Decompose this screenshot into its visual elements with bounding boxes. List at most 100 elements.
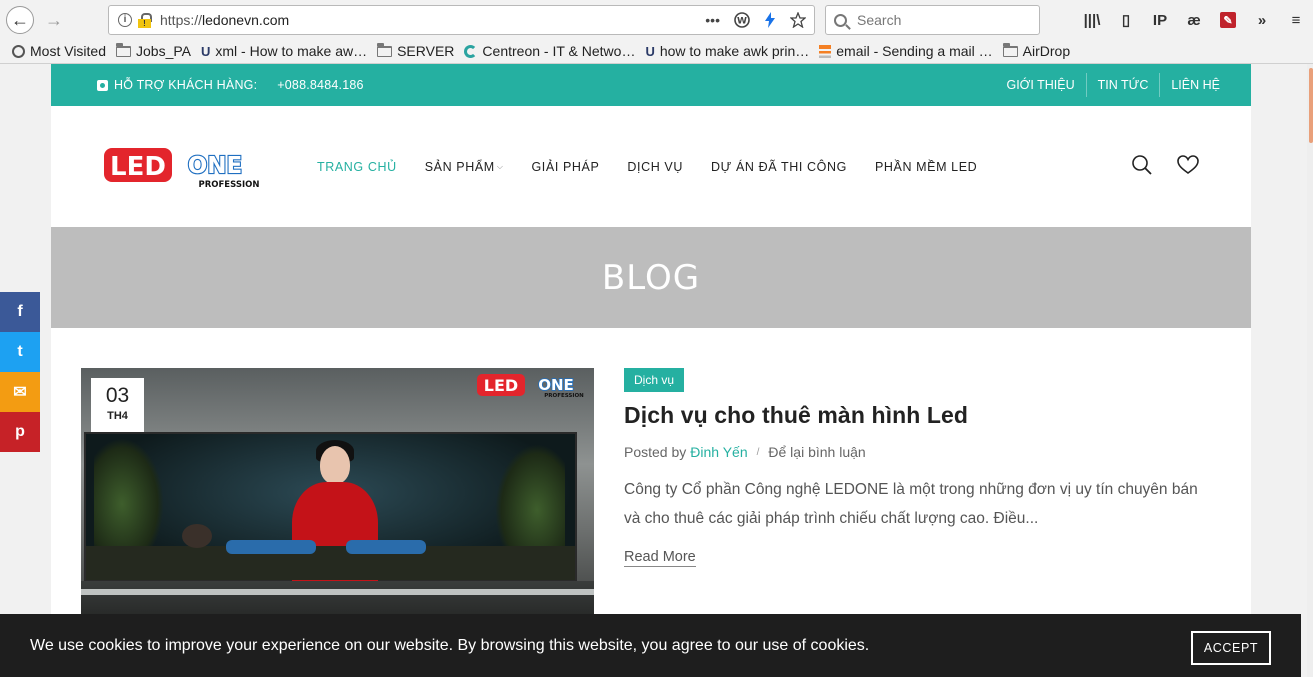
meta-separator: /: [756, 446, 760, 458]
scrollbar-thumb[interactable]: [1309, 68, 1313, 143]
nav-item-software[interactable]: PHẦN MỀM LED: [875, 160, 977, 174]
bookmark-server[interactable]: SERVER: [377, 42, 455, 59]
post-author-link[interactable]: Đinh Yến: [690, 444, 747, 460]
arrow-right-icon: →: [45, 9, 63, 30]
nav-item-label: DỰ ÁN ĐÃ THI CÔNG: [711, 159, 847, 174]
top-link-contact[interactable]: LIÊN HỆ: [1159, 73, 1231, 97]
info-icon[interactable]: i: [118, 13, 132, 27]
teapot: [182, 524, 212, 548]
bookmark-label: Centreon - IT & Netwo…: [482, 43, 636, 59]
cookie-accept-button[interactable]: ACCEPT: [1191, 631, 1271, 665]
svg-text:W: W: [737, 17, 747, 27]
heart-icon[interactable]: [1177, 155, 1199, 175]
browser-nav-row: ← → i https://ledonevn.com ••• W |||\ ▯ …: [0, 0, 1313, 40]
top-link-about[interactable]: GIỚI THIỆU: [995, 73, 1085, 97]
hamburger-menu-icon[interactable]: ≡: [1279, 6, 1313, 34]
bookmark-label: SERVER: [397, 43, 455, 59]
back-button[interactable]: ←: [6, 6, 34, 34]
nav-item-home[interactable]: TRANG CHỦ: [317, 160, 397, 174]
url-prefix: https://: [160, 12, 203, 28]
scrollbar[interactable]: [1307, 64, 1313, 677]
library-icon[interactable]: |||\: [1075, 6, 1109, 34]
bookmark-airdrop[interactable]: AirDrop: [1002, 42, 1070, 59]
share-email-button[interactable]: ✉: [0, 372, 40, 412]
forward-button[interactable]: →: [40, 6, 68, 34]
social-share-bar: f t ✉ p: [0, 292, 40, 452]
post-meta: Posted by Đinh Yến / Để lại bình luận: [624, 444, 866, 460]
led-screen-photo: [84, 432, 577, 584]
search-icon[interactable]: [1131, 154, 1153, 176]
nav-item-products[interactable]: SẢN PHẨM ⌵: [425, 160, 504, 174]
page-banner: BLOG: [51, 227, 1251, 328]
header-actions: [1131, 154, 1199, 176]
browser-search-input[interactable]: [857, 12, 1017, 28]
plant-left: [94, 438, 164, 548]
site-header: LED ONE PROFESSION TRANG CHỦ SẢN PHẨM ⌵ G…: [51, 106, 1251, 227]
support-phone[interactable]: +088.8484.186: [277, 78, 363, 92]
stage-truss: [81, 589, 594, 595]
ledone-watermark-logo: LED ONE PROFESSION: [477, 374, 584, 398]
ip-extension-icon[interactable]: IP: [1143, 6, 1177, 34]
email-icon: ✉: [13, 384, 27, 401]
reader-view-icon[interactable]: ▯: [1109, 6, 1143, 34]
top-info-bar: HỖ TRỢ KHÁCH HÀNG: +088.8484.186 GIỚI TH…: [51, 64, 1251, 106]
unix-icon: U: [201, 43, 211, 59]
post-comment-link[interactable]: Để lại bình luận: [768, 444, 865, 460]
top-link-news[interactable]: TIN TỨC: [1085, 73, 1160, 97]
ae-extension-icon[interactable]: æ: [1177, 6, 1211, 34]
folder-icon: [116, 42, 131, 57]
url-bar[interactable]: i https://ledonevn.com ••• W: [108, 5, 815, 35]
insecure-lock-icon[interactable]: [138, 13, 152, 28]
nav-item-label: SẢN PHẨM: [424, 159, 495, 174]
nav-item-label: TRANG CHỦ: [317, 159, 397, 174]
read-more-link[interactable]: Read More: [624, 549, 696, 567]
pen-extension-icon[interactable]: ✎: [1220, 12, 1236, 28]
nav-item-services[interactable]: DỊCH VỤ: [627, 160, 683, 174]
overflow-menu-icon[interactable]: »: [1245, 6, 1279, 34]
wordpress-icon[interactable]: W: [734, 12, 750, 28]
star-icon[interactable]: [790, 12, 806, 28]
tea-cups: [226, 540, 316, 554]
url-text[interactable]: https://ledonevn.com: [160, 12, 289, 28]
svg-text:LED: LED: [484, 376, 518, 395]
bookmark-xml-awk[interactable]: Uxml - How to make aw…: [201, 43, 367, 59]
post-date-badge: 03 TH4: [91, 378, 144, 432]
svg-text:PROFESSION: PROFESSION: [544, 393, 584, 398]
folder-icon: [1002, 42, 1018, 57]
nav-item-projects[interactable]: DỰ ÁN ĐÃ THI CÔNG: [711, 160, 847, 174]
share-facebook-button[interactable]: f: [0, 292, 40, 332]
browser-search-bar[interactable]: [825, 5, 1040, 35]
pinterest-icon: p: [15, 423, 25, 440]
share-pinterest-button[interactable]: p: [0, 412, 40, 452]
share-twitter-button[interactable]: t: [0, 332, 40, 372]
nav-item-label: GIẢI PHÁP: [531, 159, 600, 174]
tea-cups: [346, 540, 426, 554]
bookmark-centreon[interactable]: Centreon - IT & Netwo…: [464, 43, 635, 59]
url-bar-actions: ••• W: [705, 12, 806, 28]
support-label: HỖ TRỢ KHÁCH HÀNG:: [114, 78, 258, 92]
post-category-badge[interactable]: Dịch vụ: [624, 368, 685, 392]
top-links: GIỚI THIỆU TIN TỨC LIÊN HỆ: [995, 64, 1231, 106]
bookmark-label: Jobs_PA: [136, 43, 191, 59]
post-thumbnail[interactable]: LED ONE PROFESSION: [81, 368, 594, 643]
bookmark-email-sending[interactable]: email - Sending a mail …: [819, 43, 993, 59]
bookmark-label: email - Sending a mail …: [836, 43, 993, 59]
post-title[interactable]: Dịch vụ cho thuê màn hình Led: [624, 402, 968, 429]
bookmark-jobs-pa[interactable]: Jobs_PA: [116, 42, 191, 59]
cookie-banner: We use cookies to improve your experienc…: [0, 614, 1301, 677]
bookmark-most-visited[interactable]: Most Visited: [12, 43, 106, 59]
ledone-logo[interactable]: LED ONE PROFESSION: [103, 146, 259, 188]
logo-tagline: PROFESSION: [199, 180, 259, 188]
unix-icon: U: [645, 43, 655, 59]
arrow-left-icon: ←: [11, 9, 29, 30]
nav-item-solutions[interactable]: GIẢI PHÁP: [531, 160, 599, 174]
page-actions-icon[interactable]: •••: [705, 12, 720, 28]
search-icon: [834, 13, 847, 27]
browser-toolbar: |||\ ▯ IP æ ✎ » ≡: [1075, 6, 1313, 34]
bookmark-label: xml - How to make aw…: [215, 43, 368, 59]
bookmark-label: Most Visited: [30, 43, 106, 59]
browser-chrome: ← → i https://ledonevn.com ••• W |||\ ▯ …: [0, 0, 1313, 64]
url-host: ledonevn.com: [202, 12, 290, 28]
lightning-icon[interactable]: [764, 12, 776, 28]
bookmark-awk-print[interactable]: Uhow to make awk prin…: [645, 43, 809, 59]
